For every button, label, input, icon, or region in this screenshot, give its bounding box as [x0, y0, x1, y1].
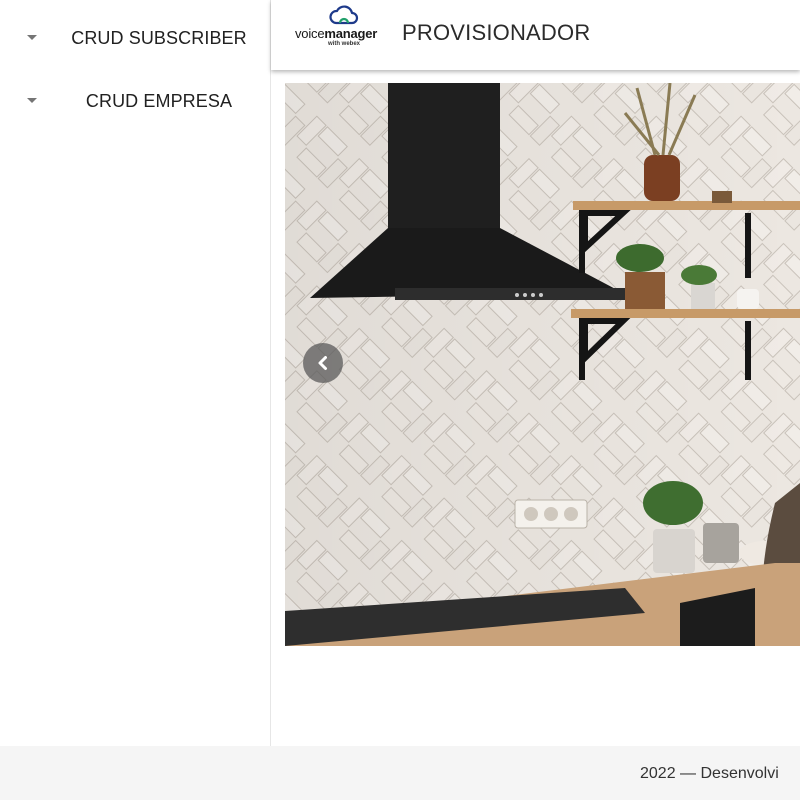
app-root: CRUD SUBSCRIBER CRUD EMPRESA voicemanage… [0, 0, 800, 800]
sidebar-item-crud-empresa[interactable]: CRUD EMPRESA [0, 81, 270, 121]
logo-wordmark: voicemanager [295, 26, 378, 41]
chevron-left-icon [318, 356, 327, 370]
logo-subtitle: with webex [328, 41, 361, 47]
image-carousel [285, 83, 800, 646]
voicemanager-logo[interactable]: voicemanager with webex [295, 4, 397, 48]
footer-text: 2022 — Desenvolvi [640, 765, 779, 782]
sidebar: CRUD SUBSCRIBER CRUD EMPRESA [0, 0, 271, 746]
app-header: voicemanager with webex PROVISIONADOR [271, 0, 800, 70]
sidebar-item-crud-subscriber[interactable]: CRUD SUBSCRIBER [0, 18, 270, 58]
carousel-prev-button[interactable] [303, 343, 343, 383]
page-title: PROVISIONADOR [402, 20, 591, 45]
caret-down-icon [27, 98, 37, 103]
sidebar-item-label: CRUD EMPRESA [85, 91, 233, 111]
carousel-slide-image [285, 83, 800, 646]
sidebar-item-label: CRUD SUBSCRIBER [71, 28, 247, 48]
cloud-icon [329, 5, 359, 25]
footer: 2022 — Desenvolvi [0, 746, 800, 800]
caret-down-icon [27, 35, 37, 40]
